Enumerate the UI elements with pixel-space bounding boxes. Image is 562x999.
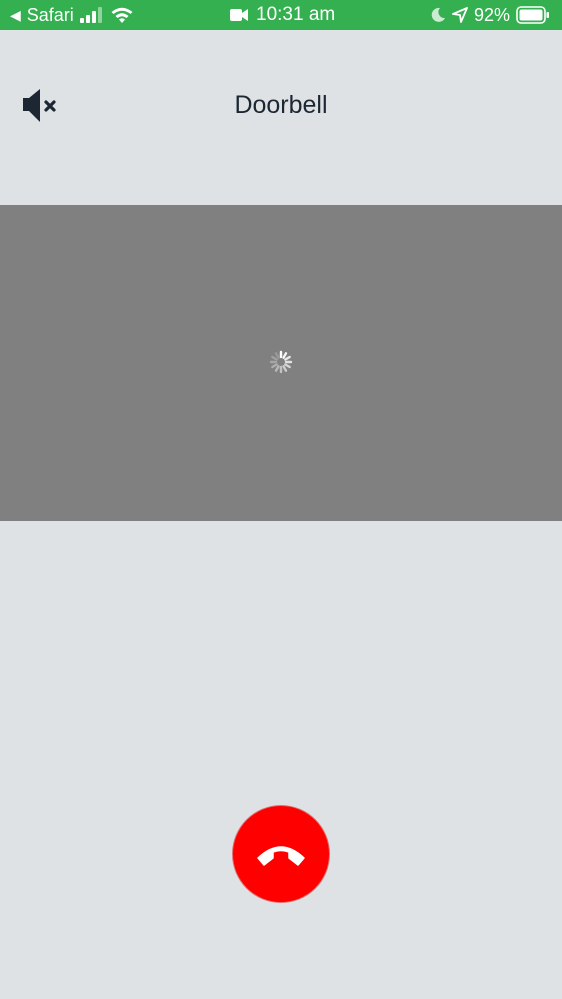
location-arrow-icon bbox=[452, 7, 468, 23]
battery-percent: 92% bbox=[473, 5, 510, 25]
header: Doorbell bbox=[0, 30, 562, 205]
loading-spinner-icon bbox=[269, 350, 293, 374]
status-bar-right: 92% bbox=[430, 4, 550, 26]
wifi-icon bbox=[111, 7, 133, 23]
battery-icon bbox=[516, 6, 549, 24]
phone-hangup-icon bbox=[257, 846, 305, 866]
back-arrow-icon[interactable]: ◀ bbox=[10, 4, 21, 26]
moon-icon bbox=[431, 7, 445, 22]
page-title: Doorbell bbox=[234, 91, 328, 119]
video-camera-icon bbox=[230, 9, 248, 21]
status-bar-center: 10:31 am bbox=[230, 4, 335, 26]
status-bar-left: ◀ Safari bbox=[10, 4, 134, 26]
signal-bars-icon bbox=[79, 7, 102, 23]
status-bar: ◀ Safari 10:31 am 92% bbox=[0, 0, 562, 30]
hang-up-button[interactable] bbox=[233, 806, 329, 902]
status-time: 10:31 am bbox=[256, 4, 336, 25]
back-app-label[interactable]: Safari bbox=[27, 4, 74, 26]
